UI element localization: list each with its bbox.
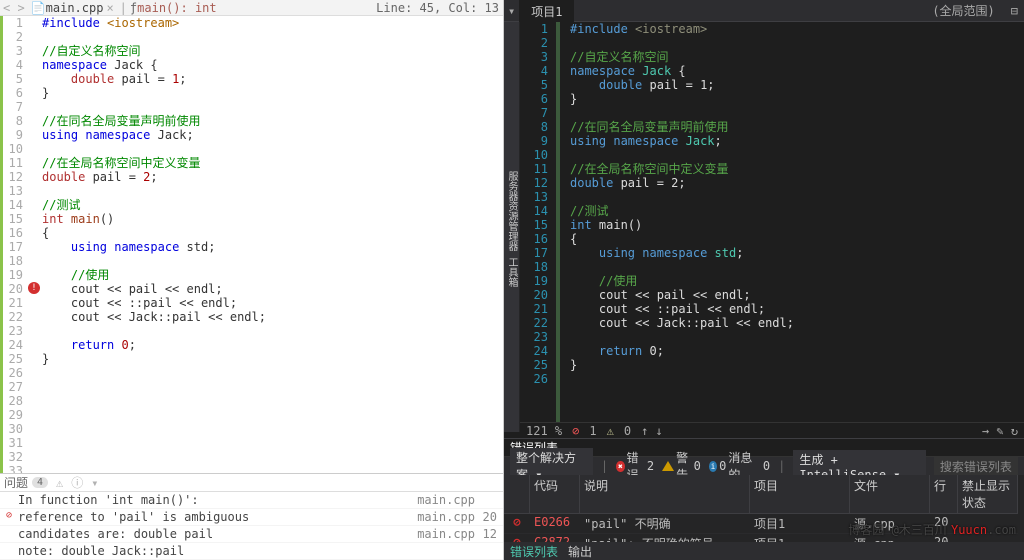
problem-row[interactable]: candidates are: double pailmain.cpp12 xyxy=(0,526,503,543)
left-code-area[interactable]: 1234567891011121314151617181920212223242… xyxy=(0,16,503,473)
left-tabbar: < > 📄 main.cpp × | ƒ main(): int Line: 4… xyxy=(0,0,503,16)
cursor-position: Line: 45, Col: 13 xyxy=(376,1,503,15)
filename-tab[interactable]: main.cpp xyxy=(46,1,104,15)
close-icon[interactable]: × xyxy=(103,1,116,15)
func-icon: ƒ xyxy=(130,1,137,15)
right-header: ▾ 项目1 (全局范围) ⊟ xyxy=(504,0,1024,22)
scope-dropdown[interactable]: (全局范围) xyxy=(922,2,1004,19)
right-statusbar: 121 % ⊘ 1 ⚠ 0 ↑ ↓ → ✎ ↻ xyxy=(520,422,1024,438)
warning-count: 0 xyxy=(624,424,631,438)
bottom-tabs: 错误列表 输出 xyxy=(504,542,1024,560)
problem-row[interactable]: In function 'int main()':main.cpp xyxy=(0,492,503,509)
warning-icon[interactable]: ⚠ xyxy=(56,476,63,490)
zoom-level[interactable]: 121 % xyxy=(526,424,562,438)
problems-tab[interactable]: 问题 xyxy=(4,474,28,491)
problem-row[interactable]: ⊘reference to 'pail' is ambiguousmain.cp… xyxy=(0,509,503,526)
info-icon[interactable]: ⓘ xyxy=(71,474,83,491)
filter-icon[interactable]: ▾ xyxy=(91,476,98,490)
right-code[interactable]: #include <iostream>//自定义名称空间namespace Ja… xyxy=(560,22,1024,422)
nav-arrows[interactable]: ↑ ↓ xyxy=(641,424,663,438)
misc-icons[interactable]: → ✎ ↻ xyxy=(982,424,1018,438)
split-icon[interactable]: ⊟ xyxy=(1005,4,1024,18)
output-tab[interactable]: 输出 xyxy=(568,543,592,560)
warning-icon[interactable]: ⚠ xyxy=(607,424,614,438)
left-gutter: 1234567891011121314151617181920212223242… xyxy=(0,16,28,473)
vertical-sidebar[interactable]: 服务器资源管理器 工具箱 xyxy=(504,22,520,432)
function-context[interactable]: main(): int xyxy=(137,1,216,15)
nav-arrows[interactable]: < > xyxy=(0,1,28,15)
watermark: 博客园 @木三百川 Yuucn.com xyxy=(848,521,1016,538)
right-editor-pane: ▾ 项目1 (全局范围) ⊟ 服务器资源管理器 工具箱 123456789101… xyxy=(504,0,1024,560)
right-code-area[interactable]: 1234567891011121314151617181920212223242… xyxy=(520,22,1024,422)
problems-panel: 问题 4 ⚠ ⓘ ▾ In function 'int main()':main… xyxy=(0,473,503,560)
error-count: 1 xyxy=(589,424,596,438)
left-editor-pane: < > 📄 main.cpp × | ƒ main(): int Line: 4… xyxy=(0,0,504,560)
left-code[interactable]: #include <iostream>//自定义名称空间namespace Ja… xyxy=(28,16,503,473)
error-icon[interactable]: ⊘ xyxy=(572,424,579,438)
problem-row[interactable]: note: double Jack::pail xyxy=(0,543,503,560)
dropdown-icon[interactable]: ▾ xyxy=(504,4,519,18)
project-tab[interactable]: 项目1 xyxy=(519,0,574,23)
errorlist-tab[interactable]: 错误列表 xyxy=(510,543,558,560)
search-input[interactable]: 搜索错误列表 xyxy=(934,457,1018,476)
file-icon: 📄 xyxy=(31,1,46,15)
problems-count: 4 xyxy=(32,477,48,488)
right-gutter: 1234567891011121314151617181920212223242… xyxy=(520,22,560,422)
